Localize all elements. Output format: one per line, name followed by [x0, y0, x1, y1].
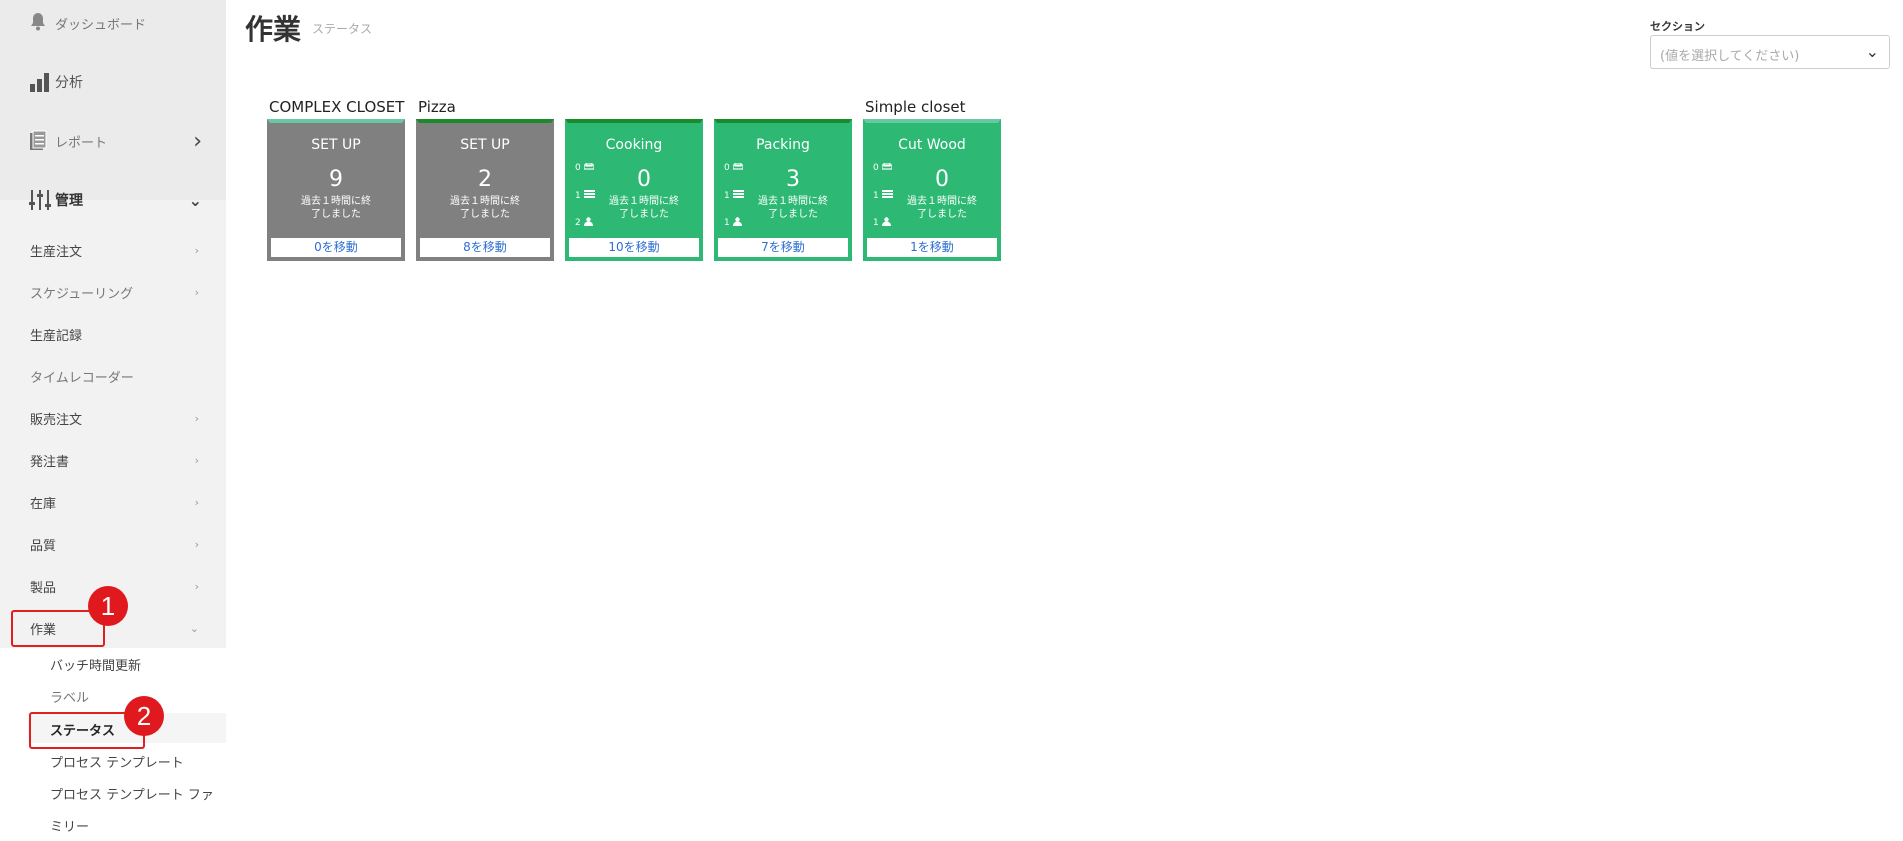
sidebar-item-label: レポート [55, 135, 108, 151]
sidebar-child-process-template-family-cont: ミリー [0, 809, 226, 841]
chevron-right-icon: › [194, 579, 199, 593]
chevron-down-icon: ⌄ [188, 190, 202, 210]
card-description-line: 過去１時間に終 [301, 196, 371, 207]
status-card[interactable]: Cut Wood 0 1 1 0 過去１時間に終 了しました 1を移動 [863, 119, 1001, 261]
bell-icon [29, 12, 51, 34]
chevron-down-icon: ⌄ [1865, 42, 1879, 61]
sidebar-item-label: プロセス テンプレート [50, 755, 184, 771]
sidebar-item-report[interactable]: レポート › [0, 128, 226, 154]
card-description-line: 了しました [917, 209, 967, 220]
card-move-link[interactable]: 1を移動 [867, 238, 997, 257]
sidebar-item-sales-orders[interactable]: 販売注文 › [0, 397, 226, 439]
card-description-line: 過去１時間に終 [609, 196, 679, 207]
sidebar-item-label: ダッシュボード [55, 17, 147, 33]
status-card[interactable]: SET UP 2 過去１時間に終 了しました 8を移動 [416, 119, 554, 261]
group-title: Simple closet [865, 98, 966, 116]
card-value: 9 [329, 167, 343, 192]
sidebar-item-label: スケジューリング [30, 286, 134, 302]
status-card[interactable]: Packing 0 1 1 3 過去１時間に終 了しました 7を移動 [714, 119, 852, 261]
status-card[interactable]: SET UP 9 過去１時間に終 了しました 0を移動 [267, 119, 405, 261]
card-description-line: 了しました [619, 209, 669, 220]
card-description: 過去１時間に終 了しました [419, 195, 551, 221]
card-description-line: 過去１時間に終 [758, 196, 828, 207]
card-description-line: 了しました [768, 209, 818, 220]
card-value: 0 [935, 167, 949, 192]
page-subtitle: ステータス [312, 22, 373, 36]
card-description: 過去１時間に終 了しました [727, 195, 859, 221]
card-description-line: 過去１時間に終 [450, 196, 520, 207]
callout-badge-1: 1 [88, 586, 128, 626]
bar-chart-icon [29, 71, 51, 93]
group-title: COMPLEX CLOSET [269, 98, 405, 116]
sidebar-item-label: 管理 [55, 193, 83, 209]
sidebar-item-label: 発注書 [30, 454, 70, 470]
card-value: 3 [786, 167, 800, 192]
sidebar-item-production-records[interactable]: 生産記録 [0, 313, 226, 355]
section-select[interactable]: (値を選択してください) ⌄ [1650, 35, 1890, 69]
section-select-placeholder: (値を選択してください) [1660, 49, 1800, 64]
status-card[interactable]: Cooking 0 1 2 0 過去１時間に終 了しました 10を移動 [565, 119, 703, 261]
sidebar-item-label: 生産記録 [30, 328, 83, 344]
chevron-down-icon: ⌄ [189, 621, 199, 635]
sidebar-item-label: 製品 [30, 580, 57, 596]
sidebar-item-label: プロセス テンプレート ファ [50, 787, 214, 803]
card-title: Packing [756, 137, 810, 153]
sidebar-item-time-recorder[interactable]: タイムレコーダー [0, 355, 226, 397]
sidebar-item-production-orders[interactable]: 生産注文 › [0, 229, 226, 271]
card-description: 過去１時間に終 了しました [876, 195, 1008, 221]
card-title: Cut Wood [898, 137, 966, 153]
report-icon [29, 130, 51, 152]
card-move-link[interactable]: 10を移動 [569, 238, 699, 257]
card-title: SET UP [311, 137, 361, 153]
sidebar-item-scheduling[interactable]: スケジューリング › [0, 271, 226, 313]
chevron-right-icon: › [193, 128, 202, 154]
sidebar-child-process-template[interactable]: プロセス テンプレート [0, 745, 226, 777]
card-value: 0 [637, 167, 651, 192]
chevron-right-icon: › [194, 495, 199, 509]
sidebar-item-label: タイムレコーダー [30, 370, 134, 386]
sidebar-item-label: 販売注文 [30, 412, 83, 428]
sidebar-child-labels[interactable]: ラベル [0, 680, 226, 712]
card-description: 過去１時間に終 了しました [270, 195, 402, 221]
page-title: 作業 [245, 13, 302, 46]
card-title: Cooking [605, 137, 663, 153]
sidebar-item-label: バッチ時間更新 [50, 658, 142, 674]
sidebar-item-management[interactable]: 管理 ⌄ [0, 187, 226, 213]
sidebar-child-process-template-family[interactable]: プロセス テンプレート ファ [0, 777, 226, 809]
card-description-line: 了しました [460, 209, 510, 220]
card-description-line: 了しました [311, 209, 361, 220]
chevron-right-icon: › [194, 411, 199, 425]
callout-badge-2: 2 [124, 696, 164, 736]
sliders-icon [29, 189, 51, 211]
card-move-link[interactable]: 7を移動 [718, 238, 848, 257]
sidebar-item-label: 品質 [30, 538, 57, 554]
sidebar-child-batch-time-update[interactable]: バッチ時間更新 [0, 648, 226, 680]
sidebar-item-quality[interactable]: 品質 › [0, 523, 226, 565]
card-description-line: 過去１時間に終 [907, 196, 977, 207]
chevron-right-icon: › [194, 285, 199, 299]
group-title: Pizza [418, 98, 456, 116]
sidebar-item-label: 在庫 [30, 496, 57, 512]
card-value: 2 [478, 167, 492, 192]
sidebar-item-purchase-orders[interactable]: 発注書 › [0, 439, 226, 481]
chevron-right-icon: › [194, 453, 199, 467]
sidebar-item-label: 生産注文 [30, 244, 83, 260]
sidebar-item-label: 分析 [55, 75, 83, 91]
chevron-right-icon: › [194, 243, 199, 257]
sidebar-item-analysis[interactable]: 分析 [0, 69, 226, 95]
section-label: セクション [1650, 20, 1705, 33]
card-title: SET UP [460, 137, 510, 153]
card-move-link[interactable]: 8を移動 [420, 238, 550, 257]
sidebar-item-label: ラベル [50, 690, 90, 706]
card-description: 過去１時間に終 了しました [578, 195, 710, 221]
sidebar-item-label: ミリー [50, 819, 90, 835]
chevron-right-icon: › [194, 537, 199, 551]
card-move-link[interactable]: 0を移動 [271, 238, 401, 257]
sidebar-item-dashboard[interactable]: ダッシュボード [0, 10, 226, 36]
sidebar-item-inventory[interactable]: 在庫 › [0, 481, 226, 523]
